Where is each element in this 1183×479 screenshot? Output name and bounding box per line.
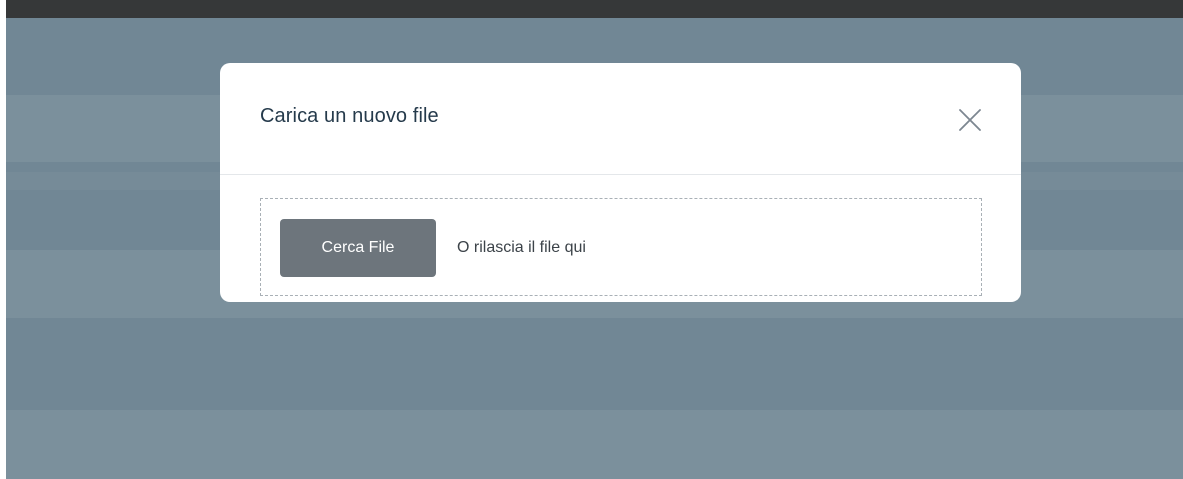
close-icon [959,109,981,131]
browse-file-button[interactable]: Cerca File [280,219,436,277]
dialog-title: Carica un nuovo file [260,105,439,127]
background-row [6,410,1183,479]
file-dropzone[interactable]: Cerca File O rilascia il file qui [260,198,982,296]
page-viewport: Carica un nuovo file Cerca File O rilasc… [6,0,1183,479]
dialog-header: Carica un nuovo file [220,63,1021,175]
upload-file-dialog: Carica un nuovo file Cerca File O rilasc… [220,63,1021,302]
close-button[interactable] [954,104,986,136]
drop-hint-text: O rilascia il file qui [457,239,586,256]
app-topbar [6,0,1183,18]
